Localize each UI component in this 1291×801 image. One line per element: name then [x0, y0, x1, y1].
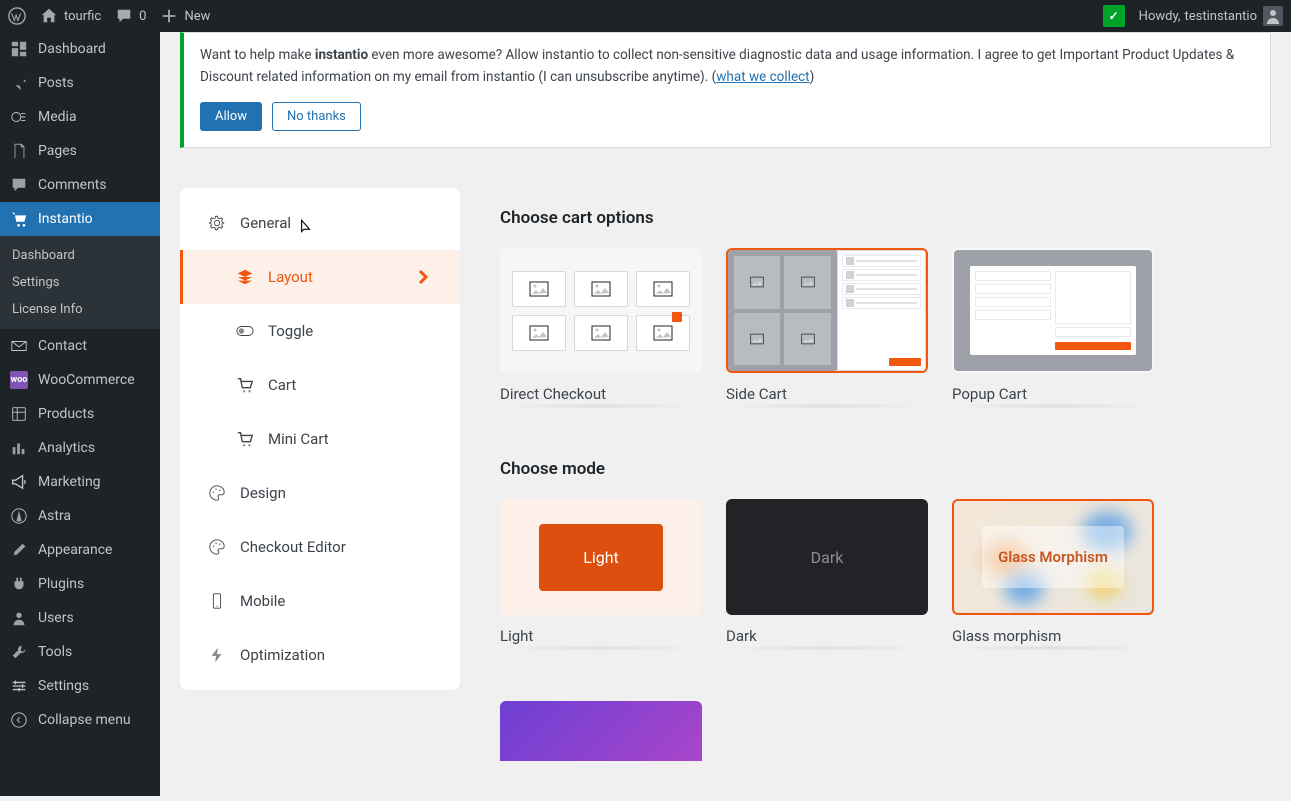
sidebar-instantio-license[interactable]: License Info: [0, 296, 160, 323]
plus-icon: [160, 7, 178, 25]
pin-icon: [10, 74, 28, 92]
sidebar-instantio-dashboard[interactable]: Dashboard: [0, 242, 160, 269]
chevron-right-icon: [414, 268, 432, 286]
gear-icon: [208, 214, 226, 232]
sidebar-analytics[interactable]: Analytics: [0, 431, 160, 465]
sidebar-woocommerce[interactable]: wooWooCommerce: [0, 363, 160, 397]
palette-icon: [208, 484, 226, 502]
option-mode-dark[interactable]: Dark Dark: [726, 499, 928, 651]
wp-logo[interactable]: [8, 7, 26, 25]
sidebar-settings[interactable]: Settings: [0, 669, 160, 703]
collapse-icon: [10, 711, 28, 729]
pages-icon: [10, 142, 28, 160]
sidebar-marketing[interactable]: Marketing: [0, 465, 160, 499]
comment-icon: [10, 176, 28, 194]
tab-mobile[interactable]: Mobile: [180, 574, 460, 628]
mobile-icon: [208, 592, 226, 610]
avatar-icon: [1263, 6, 1283, 26]
cursor-icon: [296, 218, 314, 236]
sidebar-instantio-settings[interactable]: Settings: [0, 269, 160, 296]
settings-tabs: General Layout Toggle Cart Mini Cart: [180, 188, 460, 690]
appearance-icon: [10, 541, 28, 559]
sidebar-dashboard[interactable]: Dashboard: [0, 32, 160, 66]
site-name-link[interactable]: tourfic: [40, 7, 101, 25]
tab-optimization[interactable]: Optimization: [180, 628, 460, 682]
users-icon: [10, 609, 28, 627]
tab-general[interactable]: General: [180, 196, 460, 250]
tab-toggle[interactable]: Toggle: [180, 304, 460, 358]
cart-icon: [10, 210, 28, 228]
mode-title: Choose mode: [500, 459, 1271, 479]
astra-icon: [10, 507, 28, 525]
woo-icon: woo: [10, 371, 28, 389]
cart-options-title: Choose cart options: [500, 208, 1271, 228]
sidebar-users[interactable]: Users: [0, 601, 160, 635]
sidebar-tools[interactable]: Tools: [0, 635, 160, 669]
main-content: Want to help make instantio even more aw…: [160, 32, 1291, 801]
option-direct-checkout[interactable]: Direct Checkout: [500, 248, 702, 409]
tab-checkout-editor[interactable]: Checkout Editor: [180, 520, 460, 574]
sidebar-instantio-submenu: Dashboard Settings License Info: [0, 236, 160, 329]
user-account-link[interactable]: Howdy, testinstantio: [1139, 6, 1283, 26]
media-icon: [10, 108, 28, 126]
no-thanks-button[interactable]: No thanks: [272, 102, 361, 131]
sidebar-comments[interactable]: Comments: [0, 168, 160, 202]
optin-notice: Want to help make instantio even more aw…: [180, 32, 1271, 148]
contact-icon: [10, 337, 28, 355]
what-we-collect-link[interactable]: what we collect: [716, 69, 809, 85]
sidebar-instantio[interactable]: Instantio: [0, 202, 160, 236]
toggle-icon: [236, 322, 254, 340]
tools-icon: [10, 643, 28, 661]
option-mode-glass[interactable]: Glass Morphism Glass morphism: [952, 499, 1154, 651]
sidebar-posts[interactable]: Posts: [0, 66, 160, 100]
marketing-icon: [10, 473, 28, 491]
sidebar-collapse[interactable]: Collapse menu: [0, 703, 160, 737]
tab-cart[interactable]: Cart: [180, 358, 460, 412]
tab-design[interactable]: Design: [180, 466, 460, 520]
layers-icon: [236, 268, 254, 286]
new-content-link[interactable]: New: [160, 7, 210, 25]
sidebar-products[interactable]: Products: [0, 397, 160, 431]
wp-admin-sidebar: Dashboard Posts Media Pages Comments Ins…: [0, 32, 160, 796]
tab-layout[interactable]: Layout: [180, 250, 460, 304]
notification-badge[interactable]: ✓: [1103, 5, 1125, 27]
settings-icon: [10, 677, 28, 695]
minicart-icon: [236, 430, 254, 448]
dashboard-icon: [10, 40, 28, 58]
bolt-icon: [208, 646, 226, 664]
sidebar-astra[interactable]: Astra: [0, 499, 160, 533]
option-mode-light[interactable]: Light Light: [500, 499, 702, 651]
settings-panel: Choose cart options Dir: [500, 188, 1271, 761]
sidebar-pages[interactable]: Pages: [0, 134, 160, 168]
palette-icon: [208, 538, 226, 556]
allow-button[interactable]: Allow: [200, 102, 262, 131]
sidebar-appearance[interactable]: Appearance: [0, 533, 160, 567]
plugins-icon: [10, 575, 28, 593]
option-mode-gradient[interactable]: [500, 701, 702, 761]
option-popup-cart[interactable]: Popup Cart: [952, 248, 1154, 409]
notice-text: Want to help make instantio even more aw…: [200, 47, 1234, 85]
analytics-icon: [10, 439, 28, 457]
sidebar-plugins[interactable]: Plugins: [0, 567, 160, 601]
option-side-cart[interactable]: Side Cart: [726, 248, 928, 409]
comments-link[interactable]: 0: [115, 7, 146, 25]
comment-icon: [115, 7, 133, 25]
home-icon: [40, 7, 58, 25]
cart-icon: [236, 376, 254, 394]
tab-minicart[interactable]: Mini Cart: [180, 412, 460, 466]
admin-bar: tourfic 0 New ✓ Howdy, testinstantio: [0, 0, 1291, 32]
products-icon: [10, 405, 28, 423]
sidebar-contact[interactable]: Contact: [0, 329, 160, 363]
sidebar-media[interactable]: Media: [0, 100, 160, 134]
